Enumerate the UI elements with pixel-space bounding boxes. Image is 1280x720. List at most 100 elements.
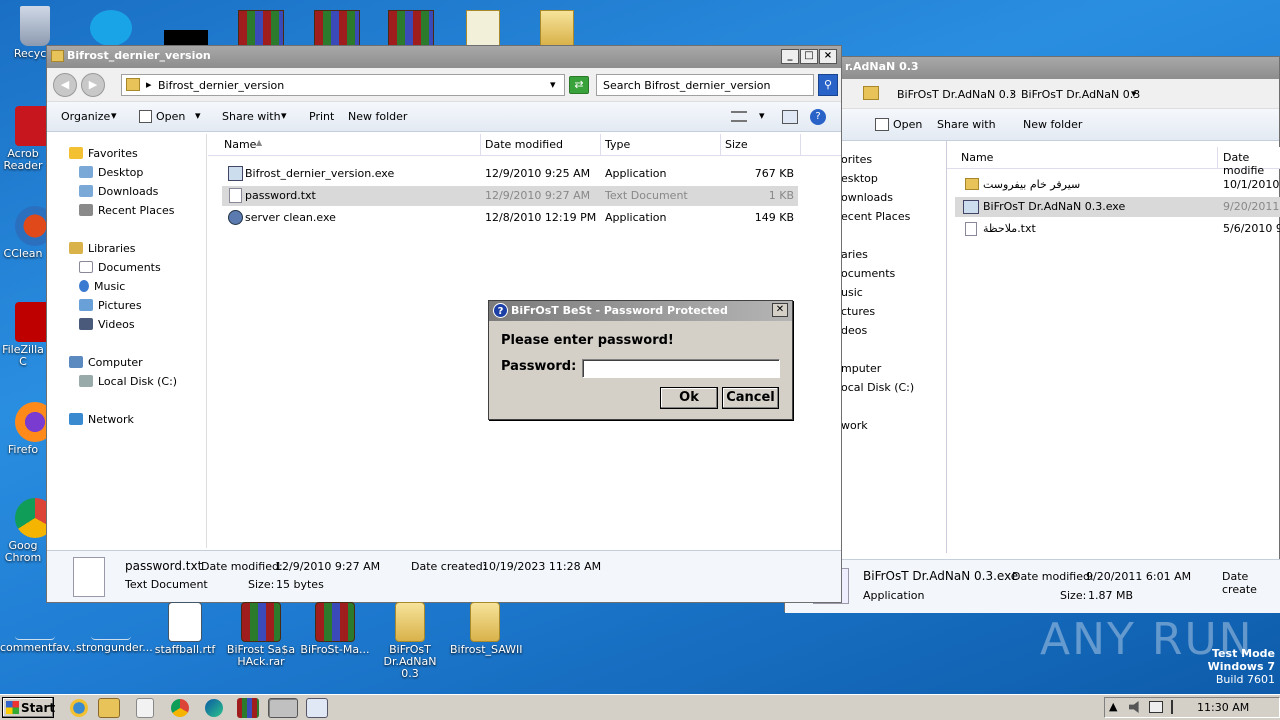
winrar-icon[interactable] <box>237 698 259 718</box>
window-titlebar[interactable]: Bifrost_dernier_version _ □ × <box>47 46 841 68</box>
back-arrow-icon[interactable]: ◀ <box>53 73 77 97</box>
maximize-button[interactable]: □ <box>800 49 818 64</box>
desktop-icon-strongunder[interactable]: strongunder... <box>76 614 153 654</box>
preview-pane-icon[interactable] <box>782 110 798 124</box>
desktop-icon-bifrost-ma[interactable]: BiFroSt-Ma... <box>300 602 370 656</box>
clock[interactable]: 11:30 AM <box>1197 701 1249 714</box>
nav-downloads[interactable]: Downloads <box>79 185 158 198</box>
forward-arrow-icon[interactable]: ▶ <box>81 73 105 97</box>
nav-network[interactable]: work <box>841 419 868 432</box>
skype-icon[interactable] <box>90 10 132 46</box>
share-with-button[interactable]: Share with <box>222 110 281 123</box>
volume-icon[interactable] <box>1129 701 1139 713</box>
new-folder-button[interactable]: New folder <box>1023 118 1082 131</box>
nav-computer[interactable]: Computer <box>69 356 143 369</box>
chevron-down-icon[interactable]: ▾ <box>759 109 765 122</box>
file-row[interactable]: سيرفر خام بيفروست 10/1/2010 5 <box>955 175 1280 195</box>
password-dialog[interactable]: ? BiFrOsT BeSt - Password Protected ✕ Pl… <box>488 300 793 420</box>
rar-archive-icon[interactable] <box>238 10 284 46</box>
media-player-icon[interactable] <box>136 698 154 718</box>
nav-music[interactable]: Music <box>79 280 125 293</box>
nav-local-disk[interactable]: Local Disk (C:) <box>79 375 177 388</box>
column-name[interactable]: Name <box>224 138 256 151</box>
file-row-selected[interactable]: password.txt 12/9/2010 9:27 AM Text Docu… <box>222 186 798 206</box>
open-button[interactable]: Open <box>893 118 922 131</box>
ie-icon[interactable] <box>70 699 88 717</box>
address-box[interactable]: ▸ Bifrost_dernier_version ▾ <box>121 74 565 96</box>
nav-downloads[interactable]: ownloads <box>841 191 893 204</box>
nav-local-disk[interactable]: ocal Disk (C:) <box>841 381 914 394</box>
cancel-button[interactable]: Cancel <box>722 387 779 409</box>
file-row[interactable]: server clean.exe 12/8/2010 12:19 PM Appl… <box>222 208 798 228</box>
help-icon[interactable]: ? <box>810 109 826 125</box>
print-button[interactable]: Print <box>309 110 334 123</box>
nav-recent-places[interactable]: Recent Places <box>79 204 175 217</box>
document-icon[interactable] <box>466 10 500 46</box>
rar-archive-icon[interactable] <box>314 10 360 46</box>
column-type[interactable]: Type <box>605 138 630 151</box>
dialog-titlebar[interactable]: ? BiFrOsT BeSt - Password Protected ✕ <box>489 301 792 321</box>
share-with-button[interactable]: Share with <box>937 118 996 131</box>
nav-computer[interactable]: mputer <box>841 362 881 375</box>
nav-libraries[interactable]: aries <box>841 248 868 261</box>
notepad-icon[interactable] <box>306 698 328 718</box>
nav-documents[interactable]: ocuments <box>841 267 895 280</box>
nav-favorites[interactable]: orites <box>841 153 872 166</box>
nav-network[interactable]: Network <box>69 413 134 426</box>
folder-icon[interactable] <box>540 10 574 46</box>
view-options-icon[interactable] <box>731 111 747 122</box>
desktop-icon-bifrost-adnan[interactable]: BiFrOsT Dr.AdNaN 0.3 <box>375 602 445 680</box>
password-input[interactable] <box>582 359 780 378</box>
edge-icon[interactable] <box>205 699 223 717</box>
close-button[interactable]: × <box>819 49 837 64</box>
column-size[interactable]: Size <box>725 138 748 151</box>
nav-recent-places[interactable]: ecent Places <box>841 210 910 223</box>
nav-desktop[interactable]: Desktop <box>79 166 143 179</box>
chevron-down-icon[interactable]: ▾ <box>1131 87 1137 100</box>
column-date-modified[interactable]: Date modifie <box>1223 151 1280 177</box>
nav-pictures[interactable]: Pictures <box>79 299 142 312</box>
black-file-icon[interactable] <box>164 30 208 46</box>
nav-desktop[interactable]: esktop <box>841 172 878 185</box>
minimize-button[interactable]: _ <box>781 49 799 64</box>
desktop-icon-staffball[interactable]: staffball.rtf <box>150 602 220 656</box>
nav-music[interactable]: usic <box>841 286 863 299</box>
nav-documents[interactable]: Documents <box>79 261 161 274</box>
organize-button[interactable]: Organize <box>61 110 110 123</box>
desktop-icon-bifrost-sasa[interactable]: BiFrost Sa$a HAck.rar <box>226 602 296 668</box>
start-button[interactable]: Start <box>2 697 55 718</box>
search-input[interactable]: Search Bifrost_dernier_version <box>596 74 814 96</box>
nav-libraries[interactable]: Libraries <box>69 242 136 255</box>
search-icon[interactable]: ⚲ <box>818 74 838 96</box>
nav-favorites[interactable]: Favorites <box>69 147 138 160</box>
network-icon[interactable] <box>1149 701 1163 713</box>
open-button[interactable]: Open <box>156 110 185 123</box>
nav-videos[interactable]: deos <box>841 324 867 337</box>
chevron-up-icon[interactable]: ▲ <box>1109 700 1117 713</box>
back-explorer-window[interactable]: r.AdNaN 0.3 BiFrOsT Dr.AdNaN 0.3 BiFrOsT… <box>784 56 1280 613</box>
nav-videos[interactable]: Videos <box>79 318 135 331</box>
breadcrumb-2[interactable]: BiFrOsT Dr.AdNaN 0.3 <box>1021 88 1140 101</box>
nav-pictures[interactable]: ctures <box>841 305 875 318</box>
address-path[interactable]: Bifrost_dernier_version <box>158 79 284 92</box>
rar-archive-icon[interactable] <box>388 10 434 46</box>
column-name[interactable]: Name <box>961 151 993 164</box>
desktop-icon-commentfav[interactable]: commentfav... <box>0 614 79 654</box>
chevron-down-icon[interactable]: ▾ <box>550 78 556 91</box>
file-row[interactable]: Bifrost_dernier_version.exe 12/9/2010 9:… <box>222 164 798 184</box>
column-date-modified[interactable]: Date modified <box>485 138 563 151</box>
new-folder-button[interactable]: New folder <box>348 110 407 123</box>
file-row[interactable]: ملاحظة.txt 5/6/2010 9: <box>955 219 1280 239</box>
explorer-icon[interactable] <box>98 698 120 718</box>
desktop-icon-bifrost-sawii[interactable]: Bifrost_SAWII <box>450 602 523 656</box>
dialog-close-button[interactable]: ✕ <box>772 303 788 317</box>
back-window-titlebar[interactable]: r.AdNaN 0.3 <box>785 57 1279 79</box>
ok-button[interactable]: Ok <box>660 387 718 409</box>
chrome-icon[interactable] <box>171 699 189 717</box>
back-address-bar[interactable]: BiFrOsT Dr.AdNaN 0.3 BiFrOsT Dr.AdNaN 0.… <box>785 79 1279 109</box>
file-row-selected[interactable]: BiFrOsT Dr.AdNaN 0.3.exe 9/20/2011 6 <box>955 197 1280 217</box>
flag-icon[interactable] <box>1171 700 1183 714</box>
refresh-icon[interactable]: ⇄ <box>569 76 589 94</box>
bifrost-dialog-task-icon[interactable] <box>268 698 298 718</box>
breadcrumb-1[interactable]: BiFrOsT Dr.AdNaN 0.3 <box>897 88 1016 101</box>
